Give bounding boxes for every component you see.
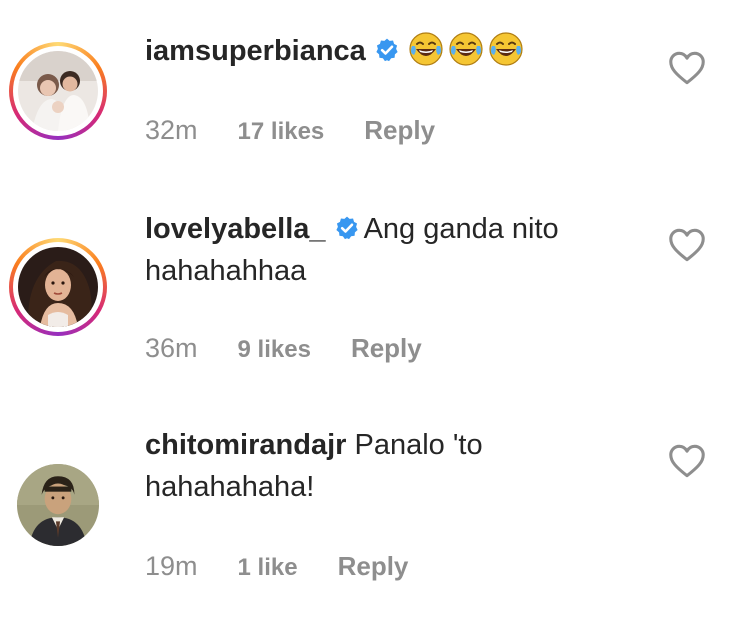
avatar[interactable]	[17, 464, 99, 546]
avatar-ring-gap	[13, 46, 103, 136]
avatar-photo	[18, 247, 98, 327]
like-button[interactable]	[668, 228, 706, 262]
reply-button[interactable]: Reply	[351, 333, 422, 364]
face-with-tears-of-joy-emoji	[489, 32, 523, 66]
comment-timestamp[interactable]: 19m	[145, 551, 198, 582]
comment-meta: 19m 1 like Reply	[145, 551, 408, 582]
comment-username[interactable]: lovelyabella_	[145, 213, 326, 245]
face-with-tears-of-joy-emoji	[449, 32, 483, 66]
avatar-photo	[17, 464, 99, 546]
heart-outline-icon	[669, 51, 705, 85]
comment-username[interactable]: iamsuperbianca	[145, 35, 366, 67]
comment-like-count[interactable]: 9 likes	[238, 336, 311, 364]
comment-body: iamsuperbianca	[145, 30, 635, 72]
comment-like-count[interactable]: 17 likes	[238, 118, 325, 146]
avatar-photo	[18, 51, 98, 131]
avatar-story-ring[interactable]	[9, 238, 107, 336]
face-with-tears-of-joy-emoji	[409, 32, 443, 66]
reply-button[interactable]: Reply	[338, 551, 409, 582]
avatar-ring-gap	[13, 242, 103, 332]
comment-like-count[interactable]: 1 like	[238, 554, 298, 582]
comment-meta: 36m 9 likes Reply	[145, 333, 422, 364]
like-button[interactable]	[668, 444, 706, 478]
comment-meta: 32m 17 likes Reply	[145, 115, 435, 146]
comment-timestamp[interactable]: 32m	[145, 115, 198, 146]
like-button[interactable]	[668, 51, 706, 85]
reply-button[interactable]: Reply	[364, 115, 435, 146]
comment-body: chitomirandajr Panalo 'to hahahahaha!	[145, 424, 635, 508]
comment-body: lovelyabella_ Ang ganda nito hahahahhaa	[145, 208, 635, 292]
comment-username[interactable]: chitomirandajr	[145, 429, 346, 461]
avatar	[18, 247, 98, 327]
verified-badge-icon	[376, 38, 398, 62]
heart-outline-icon	[669, 444, 705, 478]
comment-timestamp[interactable]: 36m	[145, 333, 198, 364]
heart-outline-icon	[669, 228, 705, 262]
avatar-story-ring[interactable]	[9, 42, 107, 140]
avatar	[18, 51, 98, 131]
verified-badge-icon	[335, 216, 358, 240]
